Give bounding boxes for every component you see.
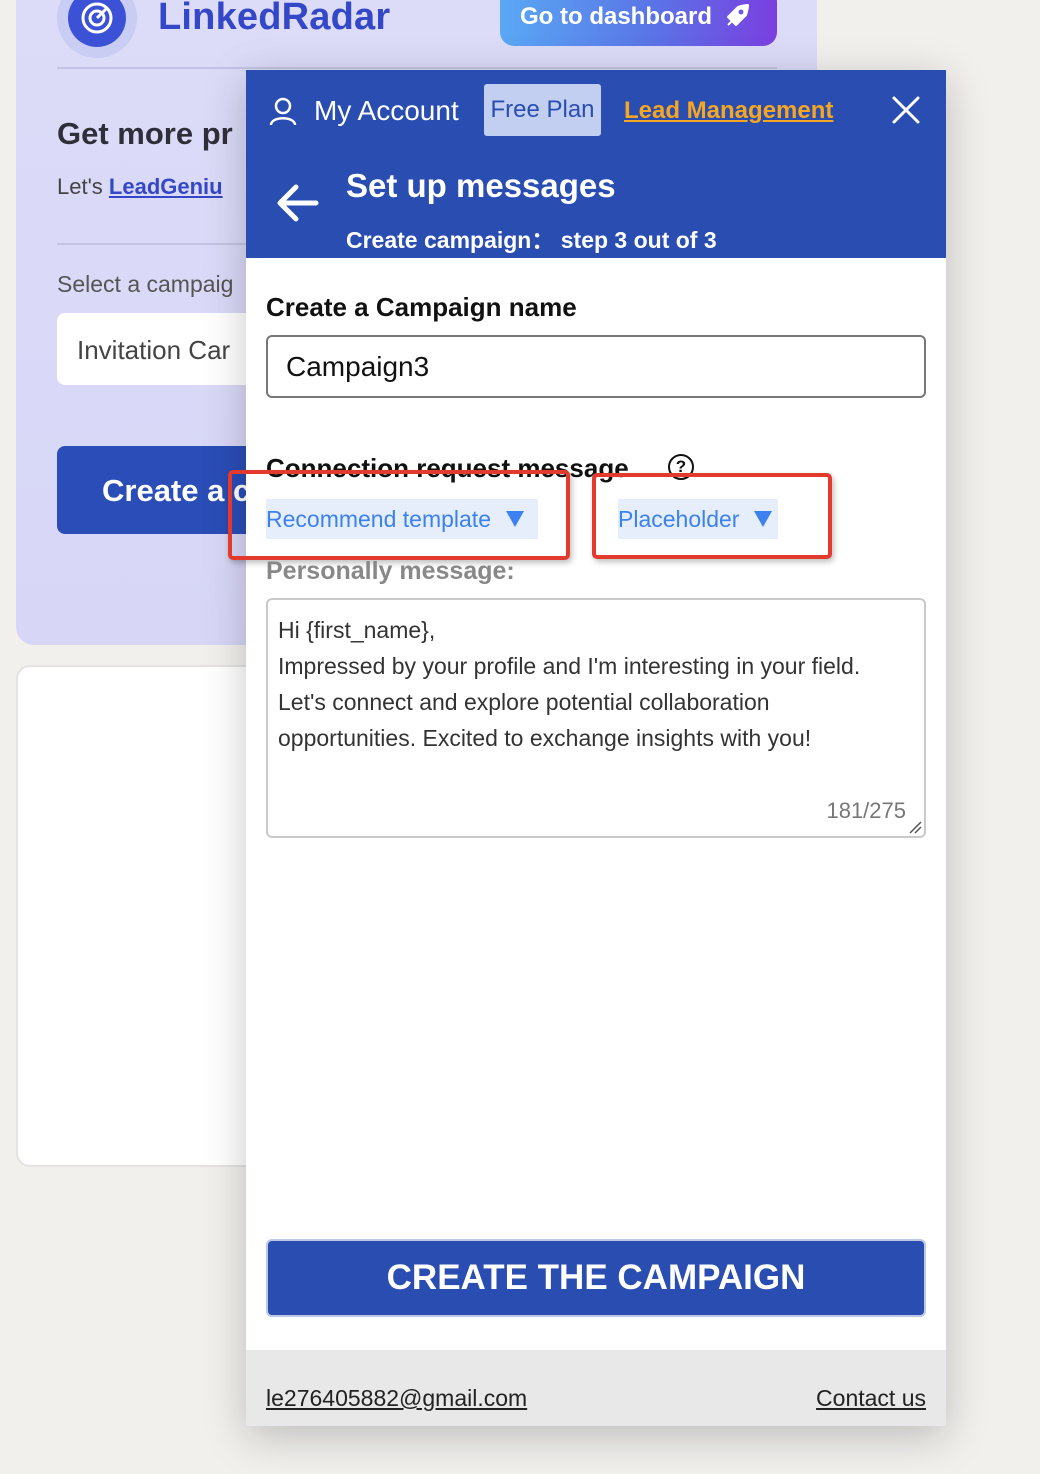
close-icon[interactable] xyxy=(890,94,922,126)
select-campaign-label: Select a campaig xyxy=(57,271,234,297)
highlight-box xyxy=(228,470,570,560)
lead-management-link[interactable]: Lead Management xyxy=(624,97,833,125)
rocket-icon xyxy=(727,4,749,26)
create-campaign-button[interactable]: CREATE THE CAMPAIGN xyxy=(266,1239,926,1317)
highlight-box xyxy=(592,473,832,559)
promo-text: Let's LeadGeniu xyxy=(57,174,223,200)
message-text: Hi {first_name}, Impressed by your profi… xyxy=(278,617,861,751)
leadgenius-link[interactable]: LeadGeniu xyxy=(109,174,223,199)
character-counter: 181/275 xyxy=(826,798,906,823)
go-to-dashboard-button[interactable]: Go to dashboard xyxy=(500,0,777,46)
resize-handle-icon[interactable] xyxy=(908,820,922,834)
page-title: Set up messages xyxy=(346,167,616,204)
campaign-name-label: Create a Campaign name xyxy=(266,292,577,322)
radar-logo-icon xyxy=(68,0,126,47)
back-arrow-icon[interactable] xyxy=(274,183,320,223)
contact-us-link[interactable]: Contact us xyxy=(816,1385,926,1412)
divider xyxy=(57,67,777,69)
promo-heading: Get more pr xyxy=(57,116,233,151)
step-indicator: Create campaign： step 3 out of 3 xyxy=(346,227,717,253)
promo-prefix: Let's xyxy=(57,174,109,199)
my-account-link[interactable]: My Account xyxy=(314,95,459,127)
panel-header: My Account Free Plan Lead Management Set… xyxy=(246,70,946,258)
message-textarea[interactable]: Hi {first_name}, Impressed by your profi… xyxy=(266,598,926,838)
campaign-name-input[interactable] xyxy=(266,335,926,398)
panel-footer: le276405882@gmail.com Contact us xyxy=(246,1350,946,1426)
dashboard-button-label: Go to dashboard xyxy=(520,3,712,30)
brand-name: LinkedRadar xyxy=(158,0,391,38)
user-icon[interactable] xyxy=(268,96,298,126)
account-email-link[interactable]: le276405882@gmail.com xyxy=(266,1385,527,1412)
personal-message-label: Personally message: xyxy=(266,557,515,585)
plan-badge: Free Plan xyxy=(484,84,601,136)
setup-panel: My Account Free Plan Lead Management Set… xyxy=(228,70,946,1426)
